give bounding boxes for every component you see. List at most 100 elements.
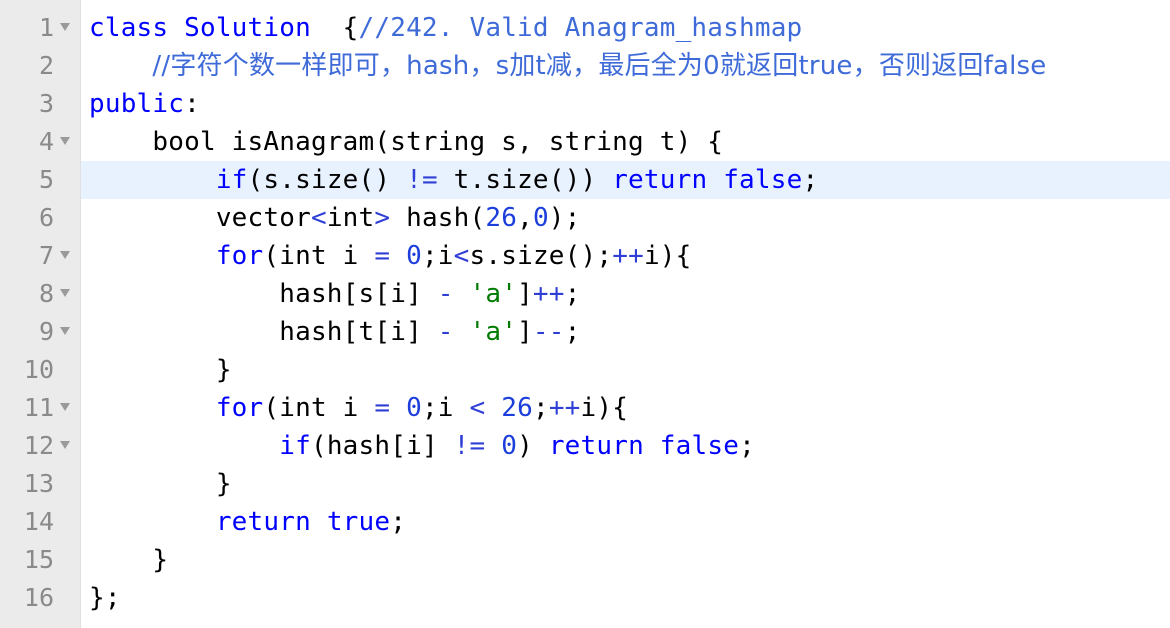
code-token: s.size(); xyxy=(469,241,613,271)
code-token: ; xyxy=(532,393,549,423)
code-token: { xyxy=(310,13,359,43)
keyword-token: false xyxy=(659,431,740,461)
keyword-token: public xyxy=(89,89,185,119)
code-text: for(int i = 0;i < 26;++i){ xyxy=(89,389,628,427)
code-token: (int i xyxy=(263,241,375,271)
code-text: if(hash[i] != 0) return false; xyxy=(89,427,755,465)
fold-arrow-icon[interactable] xyxy=(60,327,70,335)
code-text: bool isAnagram(string s, string t) { xyxy=(89,123,723,161)
code-line[interactable]: 11 for(int i = 0;i < 26;++i){ xyxy=(0,389,1170,427)
code-text: if(s.size() != t.size()) return false; xyxy=(89,161,818,199)
code-token: } xyxy=(89,469,232,499)
keyword-token: return xyxy=(548,431,644,461)
number-token: 0 xyxy=(406,241,422,271)
code-editor[interactable]: 1 class Solution {//242. Valid Anagram_ha… xyxy=(0,0,1170,628)
code-token: ] xyxy=(517,279,533,309)
code-line[interactable]: 9 hash[t[i] - 'a']--; xyxy=(0,313,1170,351)
fold-arrow-icon[interactable] xyxy=(60,289,70,297)
code-text: //字符个数一样即可，hash，s加t减，最后全为0就返回true，否则返回fa… xyxy=(89,47,1046,85)
code-token: ] xyxy=(517,317,533,347)
code-token: < xyxy=(469,393,486,423)
fold-arrow-icon[interactable] xyxy=(60,23,70,31)
line-number: 8 xyxy=(38,279,54,308)
line-number: 14 xyxy=(23,507,54,536)
line-number: 13 xyxy=(23,469,54,498)
number-token: 26 xyxy=(501,393,533,423)
code-token: : xyxy=(184,89,200,119)
keyword-token: true xyxy=(326,507,391,537)
fold-arrow-icon[interactable] xyxy=(60,403,70,411)
code-line[interactable]: 10 } xyxy=(0,351,1170,389)
keyword-token: class Solution xyxy=(89,13,311,43)
keyword-token: for xyxy=(215,241,264,271)
code-lines: 1 class Solution {//242. Valid Anagram_ha… xyxy=(0,9,1170,617)
code-line[interactable]: 15 } xyxy=(0,541,1170,579)
code-token: ; xyxy=(739,431,755,461)
code-text: hash[t[i] - 'a']--; xyxy=(89,313,581,351)
code-line[interactable]: 12 if(hash[i] != 0) return false; xyxy=(0,427,1170,465)
code-token: }; xyxy=(89,583,121,613)
code-token: = xyxy=(374,241,391,271)
code-text: for(int i = 0;i<s.size();++i){ xyxy=(89,237,692,275)
code-line[interactable]: 4 bool isAnagram(string s, string t) { xyxy=(0,123,1170,161)
code-token: } xyxy=(89,545,169,575)
code-line[interactable]: 7 for(int i = 0;i<s.size();++i){ xyxy=(0,237,1170,275)
keyword-token: if xyxy=(279,431,311,461)
code-token: ;i xyxy=(421,241,454,271)
code-line[interactable]: 13 } xyxy=(0,465,1170,503)
code-token: hash[t[i] xyxy=(89,317,438,347)
code-text: hash[s[i] - 'a']++; xyxy=(89,275,581,313)
code-line[interactable]: 5 if(s.size() != t.size()) return false; xyxy=(0,161,1170,199)
number-token: 0 xyxy=(406,393,422,423)
code-line[interactable]: 1 class Solution {//242. Valid Anagram_ha… xyxy=(0,9,1170,47)
code-token: ++ xyxy=(612,241,644,271)
keyword-token: false xyxy=(723,165,803,195)
code-token: , xyxy=(517,203,533,233)
code-token: != xyxy=(406,165,438,195)
code-line[interactable]: 6 vector<int> hash(26,0); xyxy=(0,199,1170,237)
line-number: 2 xyxy=(38,51,54,80)
code-text: public: xyxy=(89,85,200,123)
code-line[interactable]: 16}; xyxy=(0,579,1170,617)
code-line[interactable]: 3 public: xyxy=(0,85,1170,123)
line-number: 6 xyxy=(38,203,54,232)
code-token: ; xyxy=(564,317,581,347)
code-token: vector xyxy=(89,203,311,233)
code-token: bool isAnagram(string s, string t) { xyxy=(89,127,724,157)
fold-arrow-icon[interactable] xyxy=(60,251,70,259)
keyword-token: if xyxy=(215,165,248,195)
line-number: 10 xyxy=(23,355,54,384)
code-token: i){ xyxy=(643,241,692,271)
code-token: - xyxy=(437,279,454,309)
code-token: int xyxy=(326,203,375,233)
code-token: ); xyxy=(548,203,581,233)
fold-arrow-icon[interactable] xyxy=(60,137,70,145)
code-text: } xyxy=(89,541,168,579)
code-token: < xyxy=(310,203,327,233)
code-text: class Solution {//242. Valid Anagram_has… xyxy=(89,9,802,47)
code-line[interactable]: 2 //字符个数一样即可，hash，s加t减，最后全为0就返回true，否则返回… xyxy=(0,47,1170,85)
comment-token: //242. Valid Anagram_hashmap xyxy=(358,13,803,43)
comment-token: //字符个数一样即可，hash，s加t减，最后全为0就返回true，否则返回fa… xyxy=(152,51,1047,81)
code-line[interactable]: 14 return true; xyxy=(0,503,1170,541)
code-token: = xyxy=(374,393,391,423)
number-token: 0 xyxy=(501,431,518,461)
code-text: }; xyxy=(89,579,121,617)
line-number: 12 xyxy=(23,431,54,460)
line-number: 7 xyxy=(38,241,54,270)
keyword-token: return xyxy=(612,165,708,195)
code-token: t.size()) xyxy=(437,165,613,195)
code-line[interactable]: 8 hash[s[i] - 'a']++; xyxy=(0,275,1170,313)
line-number: 11 xyxy=(23,393,54,422)
code-token: != xyxy=(453,431,486,461)
code-token: i){ xyxy=(580,393,629,423)
fold-arrow-icon[interactable] xyxy=(60,441,70,449)
code-token: < xyxy=(453,241,470,271)
